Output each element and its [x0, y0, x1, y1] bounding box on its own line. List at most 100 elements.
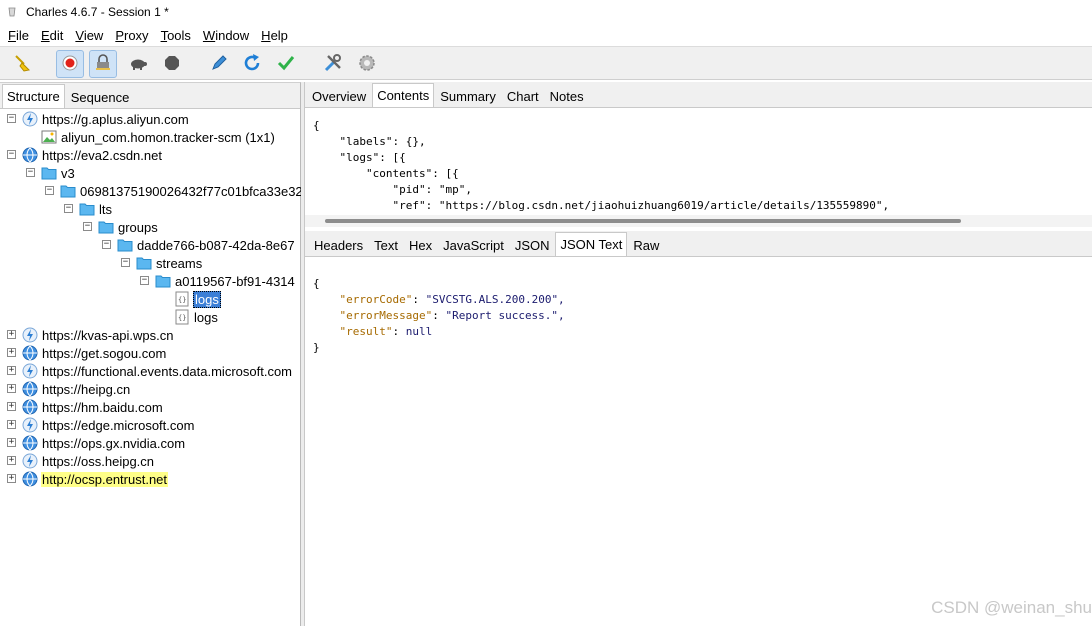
tree-node[interactable]: {} logs	[0, 308, 300, 326]
tools-button[interactable]	[319, 50, 347, 78]
tab-contents[interactable]: Contents	[372, 83, 435, 107]
json-key: "errorMessage"	[339, 309, 433, 322]
lightning-icon	[22, 453, 38, 469]
tab-raw[interactable]: Raw	[628, 234, 664, 256]
tab-summary[interactable]: Summary	[435, 85, 501, 107]
expand-toggle-icon[interactable]: +	[7, 402, 16, 411]
tree-node[interactable]: + https://edge.microsoft.com	[0, 416, 300, 434]
collapse-toggle-icon[interactable]: −	[7, 150, 16, 159]
code-line: "contents": [{	[313, 167, 459, 180]
expand-toggle-icon[interactable]: +	[7, 438, 16, 447]
tab-sequence[interactable]: Sequence	[66, 86, 135, 108]
collapse-toggle-icon[interactable]: −	[26, 168, 35, 177]
tree-node-label: https://oss.heipg.cn	[42, 453, 155, 469]
throttle-turtle-icon	[128, 54, 148, 75]
tree-node[interactable]: + https://ops.gx.nvidia.com	[0, 434, 300, 452]
tree-node[interactable]: − groups	[0, 218, 300, 236]
svg-text:{}: {}	[178, 314, 186, 322]
tab-json-text[interactable]: JSON Text	[555, 232, 628, 256]
json-separator: :	[432, 309, 446, 322]
window-title: Charles 4.6.7 - Session 1 *	[26, 5, 169, 19]
expand-toggle-icon[interactable]: +	[7, 330, 16, 339]
folder-icon	[136, 255, 152, 271]
menu-item-proxy[interactable]: Proxy	[109, 28, 154, 43]
menu-item-file[interactable]: File	[2, 28, 35, 43]
tab-javascript[interactable]: JavaScript	[438, 234, 509, 256]
menu-item-help[interactable]: Help	[255, 28, 294, 43]
tree-node[interactable]: − a0119567-bf91-4314	[0, 272, 300, 290]
collapse-toggle-icon[interactable]: −	[102, 240, 111, 249]
tab-hex[interactable]: Hex	[404, 234, 437, 256]
tab-headers[interactable]: Headers	[309, 234, 368, 256]
repeat-icon	[242, 53, 262, 76]
tree-node[interactable]: − dadde766-b087-42da-8e67	[0, 236, 300, 254]
collapse-toggle-icon[interactable]: −	[121, 258, 130, 267]
compose-pen-button[interactable]	[205, 50, 233, 78]
expand-toggle-icon[interactable]: +	[7, 456, 16, 465]
broom-button[interactable]	[8, 50, 36, 78]
tree-node[interactable]: + https://oss.heipg.cn	[0, 452, 300, 470]
tab-structure[interactable]: Structure	[2, 84, 65, 108]
tree-node[interactable]: + https://functional.events.data.microsof…	[0, 362, 300, 380]
tree-node[interactable]: {} logs	[0, 290, 300, 308]
menu-item-window[interactable]: Window	[197, 28, 255, 43]
tree-node[interactable]: − streams	[0, 254, 300, 272]
tree-node-label: logs	[194, 309, 218, 325]
scrollbar-thumb[interactable]	[325, 219, 961, 223]
json-key: "result"	[339, 325, 393, 338]
tab-notes[interactable]: Notes	[545, 85, 589, 107]
tree-node-label: https://functional.events.data.microsoft…	[42, 363, 293, 379]
tree-node[interactable]: + https://heipg.cn	[0, 380, 300, 398]
collapse-toggle-icon[interactable]: −	[83, 222, 92, 231]
tree-node[interactable]: − lts	[0, 200, 300, 218]
tree-node[interactable]: − https://eva2.csdn.net	[0, 146, 300, 164]
collapse-toggle-icon[interactable]: −	[64, 204, 73, 213]
menu-item-edit[interactable]: Edit	[35, 28, 69, 43]
tree-node[interactable]: − https://g.aplus.aliyun.com	[0, 110, 300, 128]
lightning-icon	[22, 363, 38, 379]
menu-item-view[interactable]: View	[69, 28, 109, 43]
tree-node[interactable]: + https://get.sogou.com	[0, 344, 300, 362]
globe-icon	[22, 147, 38, 163]
expand-toggle-icon[interactable]: +	[7, 348, 16, 357]
throttle-turtle-button[interactable]	[124, 50, 152, 78]
folder-icon	[98, 219, 114, 235]
menu-item-tools[interactable]: Tools	[155, 28, 197, 43]
tree-node[interactable]: + https://hm.baidu.com	[0, 398, 300, 416]
tab-chart[interactable]: Chart	[502, 85, 544, 107]
collapse-toggle-icon[interactable]: −	[45, 186, 54, 195]
tab-json[interactable]: JSON	[510, 234, 555, 256]
horizontal-scrollbar[interactable]	[305, 215, 1092, 227]
ssl-proxying-button[interactable]	[89, 50, 117, 78]
collapse-toggle-icon[interactable]: −	[140, 276, 149, 285]
expand-toggle-icon[interactable]: +	[7, 420, 16, 429]
tree-node[interactable]: + https://kvas-api.wps.cn	[0, 326, 300, 344]
stop-breakpoints-button[interactable]	[158, 50, 186, 78]
settings-gear-button[interactable]	[353, 50, 381, 78]
menu-mnemonic: P	[115, 27, 124, 43]
json-value: "SVCSTG.ALS.200.200",	[425, 293, 565, 306]
repeat-button[interactable]	[238, 50, 266, 78]
tree-node[interactable]: aliyun_com.homon.tracker-scm (1x1)	[0, 128, 300, 146]
tab-overview[interactable]: Overview	[307, 85, 371, 107]
expand-toggle-icon[interactable]: +	[7, 384, 16, 393]
expand-toggle-icon[interactable]: +	[7, 366, 16, 375]
broom-icon	[12, 53, 32, 76]
tree-node[interactable]: − 06981375190026432f77c01bfca33e32	[0, 182, 303, 200]
validate-check-button[interactable]	[272, 50, 300, 78]
watermark: CSDN @weinan_shu	[931, 598, 1092, 617]
tree-node[interactable]: + http://ocsp.entrust.net	[0, 470, 300, 488]
expand-toggle-icon[interactable]: +	[7, 474, 16, 483]
code-line: "ref": "https://blog.csdn.net/jiaohuizhu…	[313, 199, 890, 212]
tree-node[interactable]: − v3	[0, 164, 300, 182]
folder-icon	[60, 183, 76, 199]
tab-text[interactable]: Text	[369, 234, 403, 256]
collapse-toggle-icon[interactable]: −	[7, 114, 16, 123]
tree-node-label: https://edge.microsoft.com	[42, 417, 195, 433]
menu-label-rest: elp	[270, 27, 288, 43]
globe-icon	[22, 399, 38, 415]
record-button[interactable]	[56, 50, 84, 78]
detail-tabs: Overview Contents Summary Chart Notes	[305, 82, 1092, 108]
tree-node-label: streams	[156, 255, 203, 271]
json-line: {	[313, 276, 1083, 292]
